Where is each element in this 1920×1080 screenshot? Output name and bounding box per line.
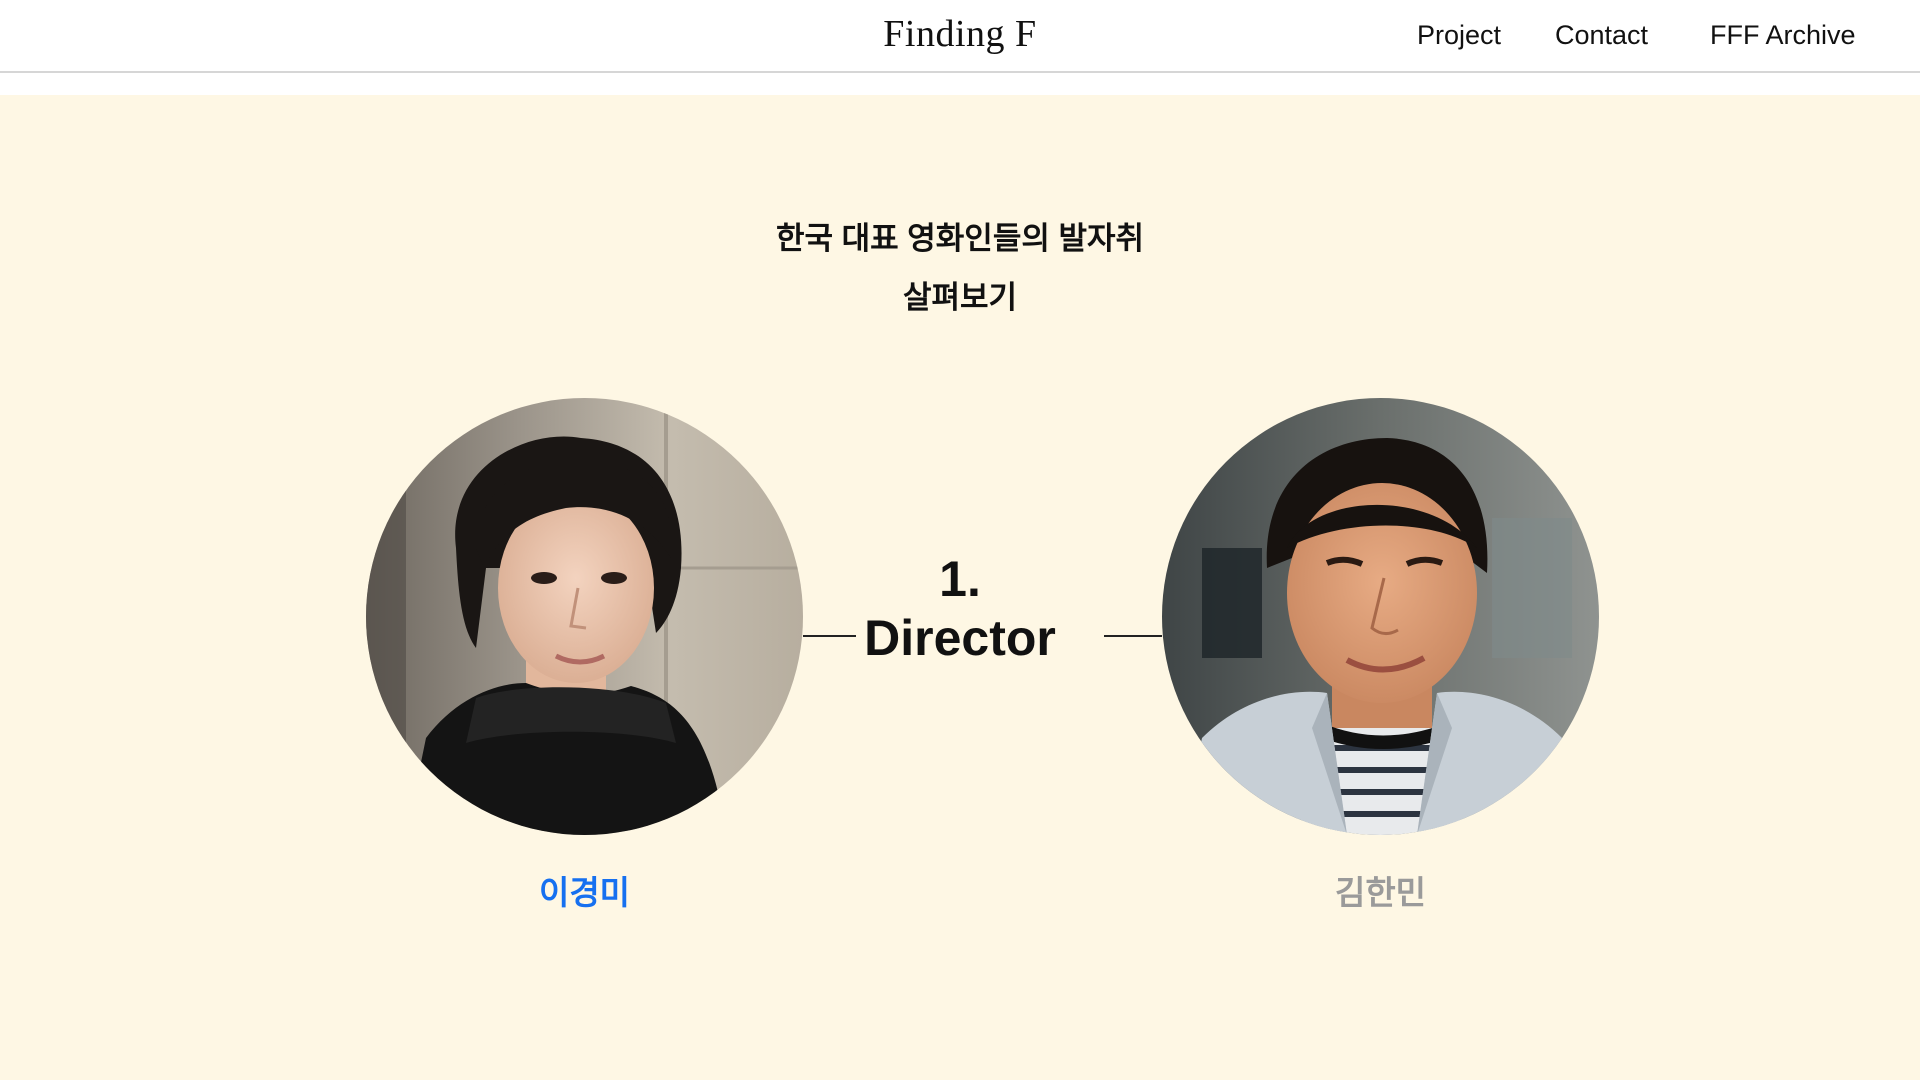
connector-line-right: [1104, 635, 1162, 637]
section-subheadline: 살펴보기: [902, 280, 1018, 315]
header-spacer: [0, 75, 1920, 95]
person-name-active[interactable]: 이경미: [366, 866, 803, 914]
site-logo-link[interactable]: Finding F: [883, 13, 1036, 55]
role-number: 1.: [939, 551, 981, 607]
portrait-right[interactable]: [1162, 398, 1599, 835]
nav-project-link[interactable]: Project: [1417, 20, 1501, 52]
role-title: Director: [864, 610, 1056, 666]
site-header: Finding F Project Contact FFF Archive: [0, 0, 1920, 73]
section-headline: 한국 대표 영화인들의 발자취: [775, 221, 1145, 256]
nav-fff-archive-link[interactable]: FFF Archive: [1710, 20, 1856, 52]
director-section: 한국 대표 영화인들의 발자취 살펴보기 1. Director 이경미 김한민: [0, 95, 1920, 1080]
person-name-inactive[interactable]: 김한민: [1162, 866, 1599, 914]
nav-contact-link[interactable]: Contact: [1555, 20, 1648, 52]
portrait-right-image: [1162, 398, 1599, 835]
